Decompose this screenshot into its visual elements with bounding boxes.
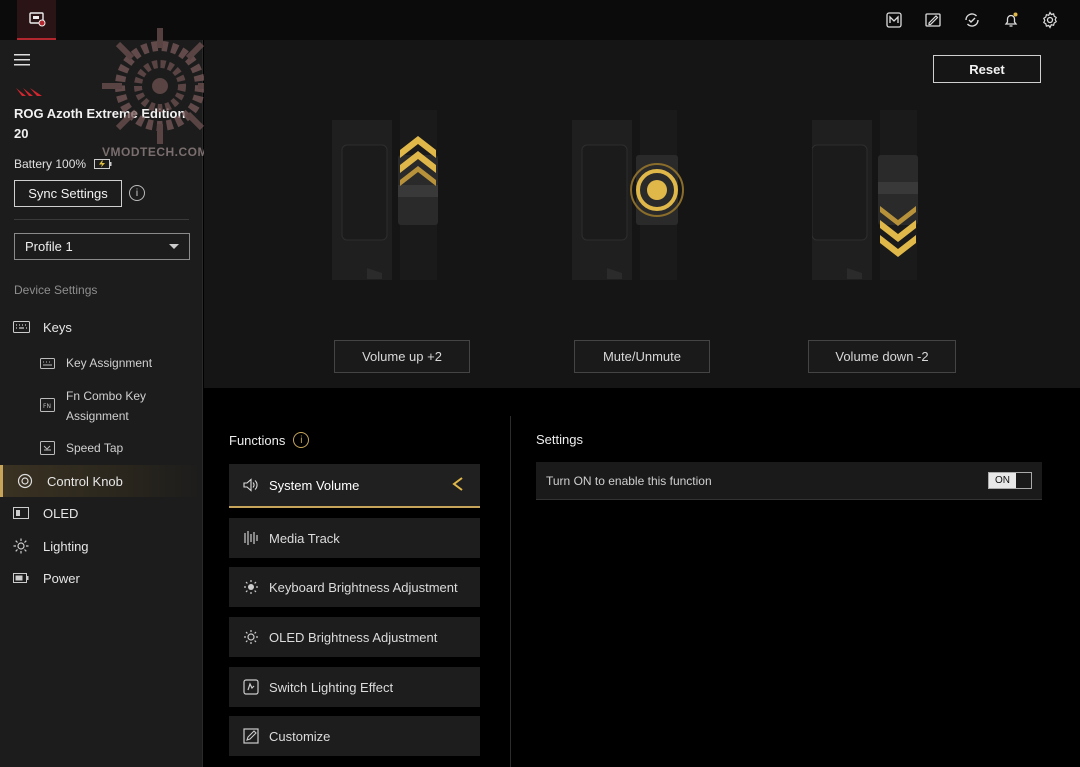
sidebar-item-label: Control Knob — [47, 473, 123, 489]
function-label: Media Track — [269, 530, 340, 546]
bell-icon[interactable] — [1001, 10, 1021, 30]
svg-text:FN: FN — [43, 403, 51, 410]
battery-charging-icon — [94, 159, 112, 169]
sidebar-item-label: Speed Tap — [66, 441, 124, 455]
sidebar-item-label: Lighting — [43, 538, 89, 554]
divider — [14, 219, 189, 220]
function-label: Customize — [269, 728, 331, 744]
control-knob-preview: Reset Volume up +2 Mute/Unmute Volume do… — [204, 40, 1080, 388]
profile-dropdown[interactable]: Profile 1 — [14, 233, 190, 260]
sidebar-item-power[interactable]: Power — [0, 563, 202, 593]
knob-rotate-down-illustration — [812, 110, 918, 280]
sidebar-item-control-knob[interactable]: Control Knob — [0, 465, 202, 497]
rog-logo-icon — [16, 88, 42, 96]
lighting-icon — [12, 538, 30, 554]
customize-icon — [243, 728, 259, 744]
settings-title: Settings — [536, 432, 583, 447]
device-settings-label: Device Settings — [14, 283, 98, 297]
info-icon[interactable]: i — [293, 432, 310, 448]
functions-title: Functions — [229, 432, 286, 448]
function-label: OLED Brightness Adjustment — [269, 629, 438, 645]
armoury-crate-icon — [28, 12, 45, 27]
vertical-divider — [510, 416, 511, 767]
function-switch-lighting[interactable]: Switch Lighting Effect — [229, 667, 480, 707]
fn-key-icon: FN — [38, 398, 56, 412]
chevron-down-icon — [169, 244, 179, 249]
info-icon[interactable]: i — [129, 185, 145, 201]
toggle-knob — [1016, 473, 1031, 488]
knob-rotate-up-illustration — [332, 110, 438, 280]
sidebar-item-fn-combo[interactable]: FN Fn Combo Key Assignment — [0, 386, 202, 426]
keyboard-small-icon — [38, 356, 56, 370]
watermark-emblem-icon — [102, 28, 218, 144]
battery-status: Battery 100% — [14, 157, 112, 171]
volume-down-action[interactable]: Volume down -2 — [808, 340, 956, 373]
sync-settings-button[interactable]: Sync Settings — [14, 180, 122, 207]
enable-function-row: Turn ON to enable this function ON — [536, 462, 1042, 500]
knob-icon — [16, 473, 34, 489]
speed-tap-icon — [38, 441, 56, 455]
selected-arrow-icon — [452, 477, 463, 491]
sidebar-item-label: Power — [43, 570, 80, 586]
hamburger-menu-icon[interactable] — [14, 54, 30, 66]
functions-heading: Functions i — [229, 432, 310, 448]
function-label: Keyboard Brightness Adjustment — [269, 579, 458, 595]
sidebar-item-label: Key Assignment — [66, 356, 153, 370]
sidebar-item-label: OLED — [43, 505, 79, 521]
armoury-crate-tab[interactable] — [17, 0, 56, 40]
sun-outline-icon — [243, 629, 259, 645]
enable-toggle[interactable]: ON — [988, 472, 1032, 489]
sun-icon — [243, 579, 259, 595]
enable-function-text: Turn ON to enable this function — [546, 473, 712, 488]
toggle-on-label: ON — [989, 473, 1016, 488]
reset-button[interactable]: Reset — [933, 55, 1041, 83]
function-oled-brightness[interactable]: OLED Brightness Adjustment — [229, 617, 480, 657]
volume-up-action[interactable]: Volume up +2 — [334, 340, 470, 373]
function-customize[interactable]: Customize — [229, 716, 480, 756]
sidebar-item-lighting[interactable]: Lighting — [0, 531, 202, 561]
sidebar-item-label: Keys — [43, 319, 72, 335]
sidebar-item-keys[interactable]: Keys — [0, 312, 202, 342]
m-icon[interactable] — [884, 10, 904, 30]
battery-icon — [12, 571, 30, 585]
mute-action[interactable]: Mute/Unmute — [574, 340, 710, 373]
media-track-icon — [243, 530, 259, 546]
profile-value: Profile 1 — [25, 239, 73, 254]
function-settings-panel: Functions i System Volume Media Track Ke… — [204, 388, 1080, 767]
edit-icon[interactable] — [923, 10, 943, 30]
watermark-text: VMODTECH.COM — [102, 145, 208, 159]
knob-press-illustration — [572, 110, 684, 280]
sync-icon[interactable] — [962, 10, 982, 30]
function-keyboard-brightness[interactable]: Keyboard Brightness Adjustment — [229, 567, 480, 607]
gear-icon[interactable] — [1040, 10, 1060, 30]
sidebar-item-speed-tap[interactable]: Speed Tap — [0, 434, 202, 462]
function-media-track[interactable]: Media Track — [229, 518, 480, 558]
battery-text: Battery 100% — [14, 157, 87, 171]
sidebar-item-oled[interactable]: OLED — [0, 498, 202, 528]
function-label: System Volume — [269, 477, 360, 493]
volume-icon — [243, 477, 259, 493]
sidebar-item-label: Fn Combo Key Assignment — [66, 389, 147, 423]
oled-icon — [12, 506, 30, 520]
sidebar-item-key-assignment[interactable]: Key Assignment — [0, 349, 202, 377]
function-label: Switch Lighting Effect — [269, 679, 394, 695]
keyboard-icon — [12, 320, 30, 334]
function-system-volume[interactable]: System Volume — [229, 464, 480, 508]
lighting-effect-icon — [243, 679, 259, 695]
